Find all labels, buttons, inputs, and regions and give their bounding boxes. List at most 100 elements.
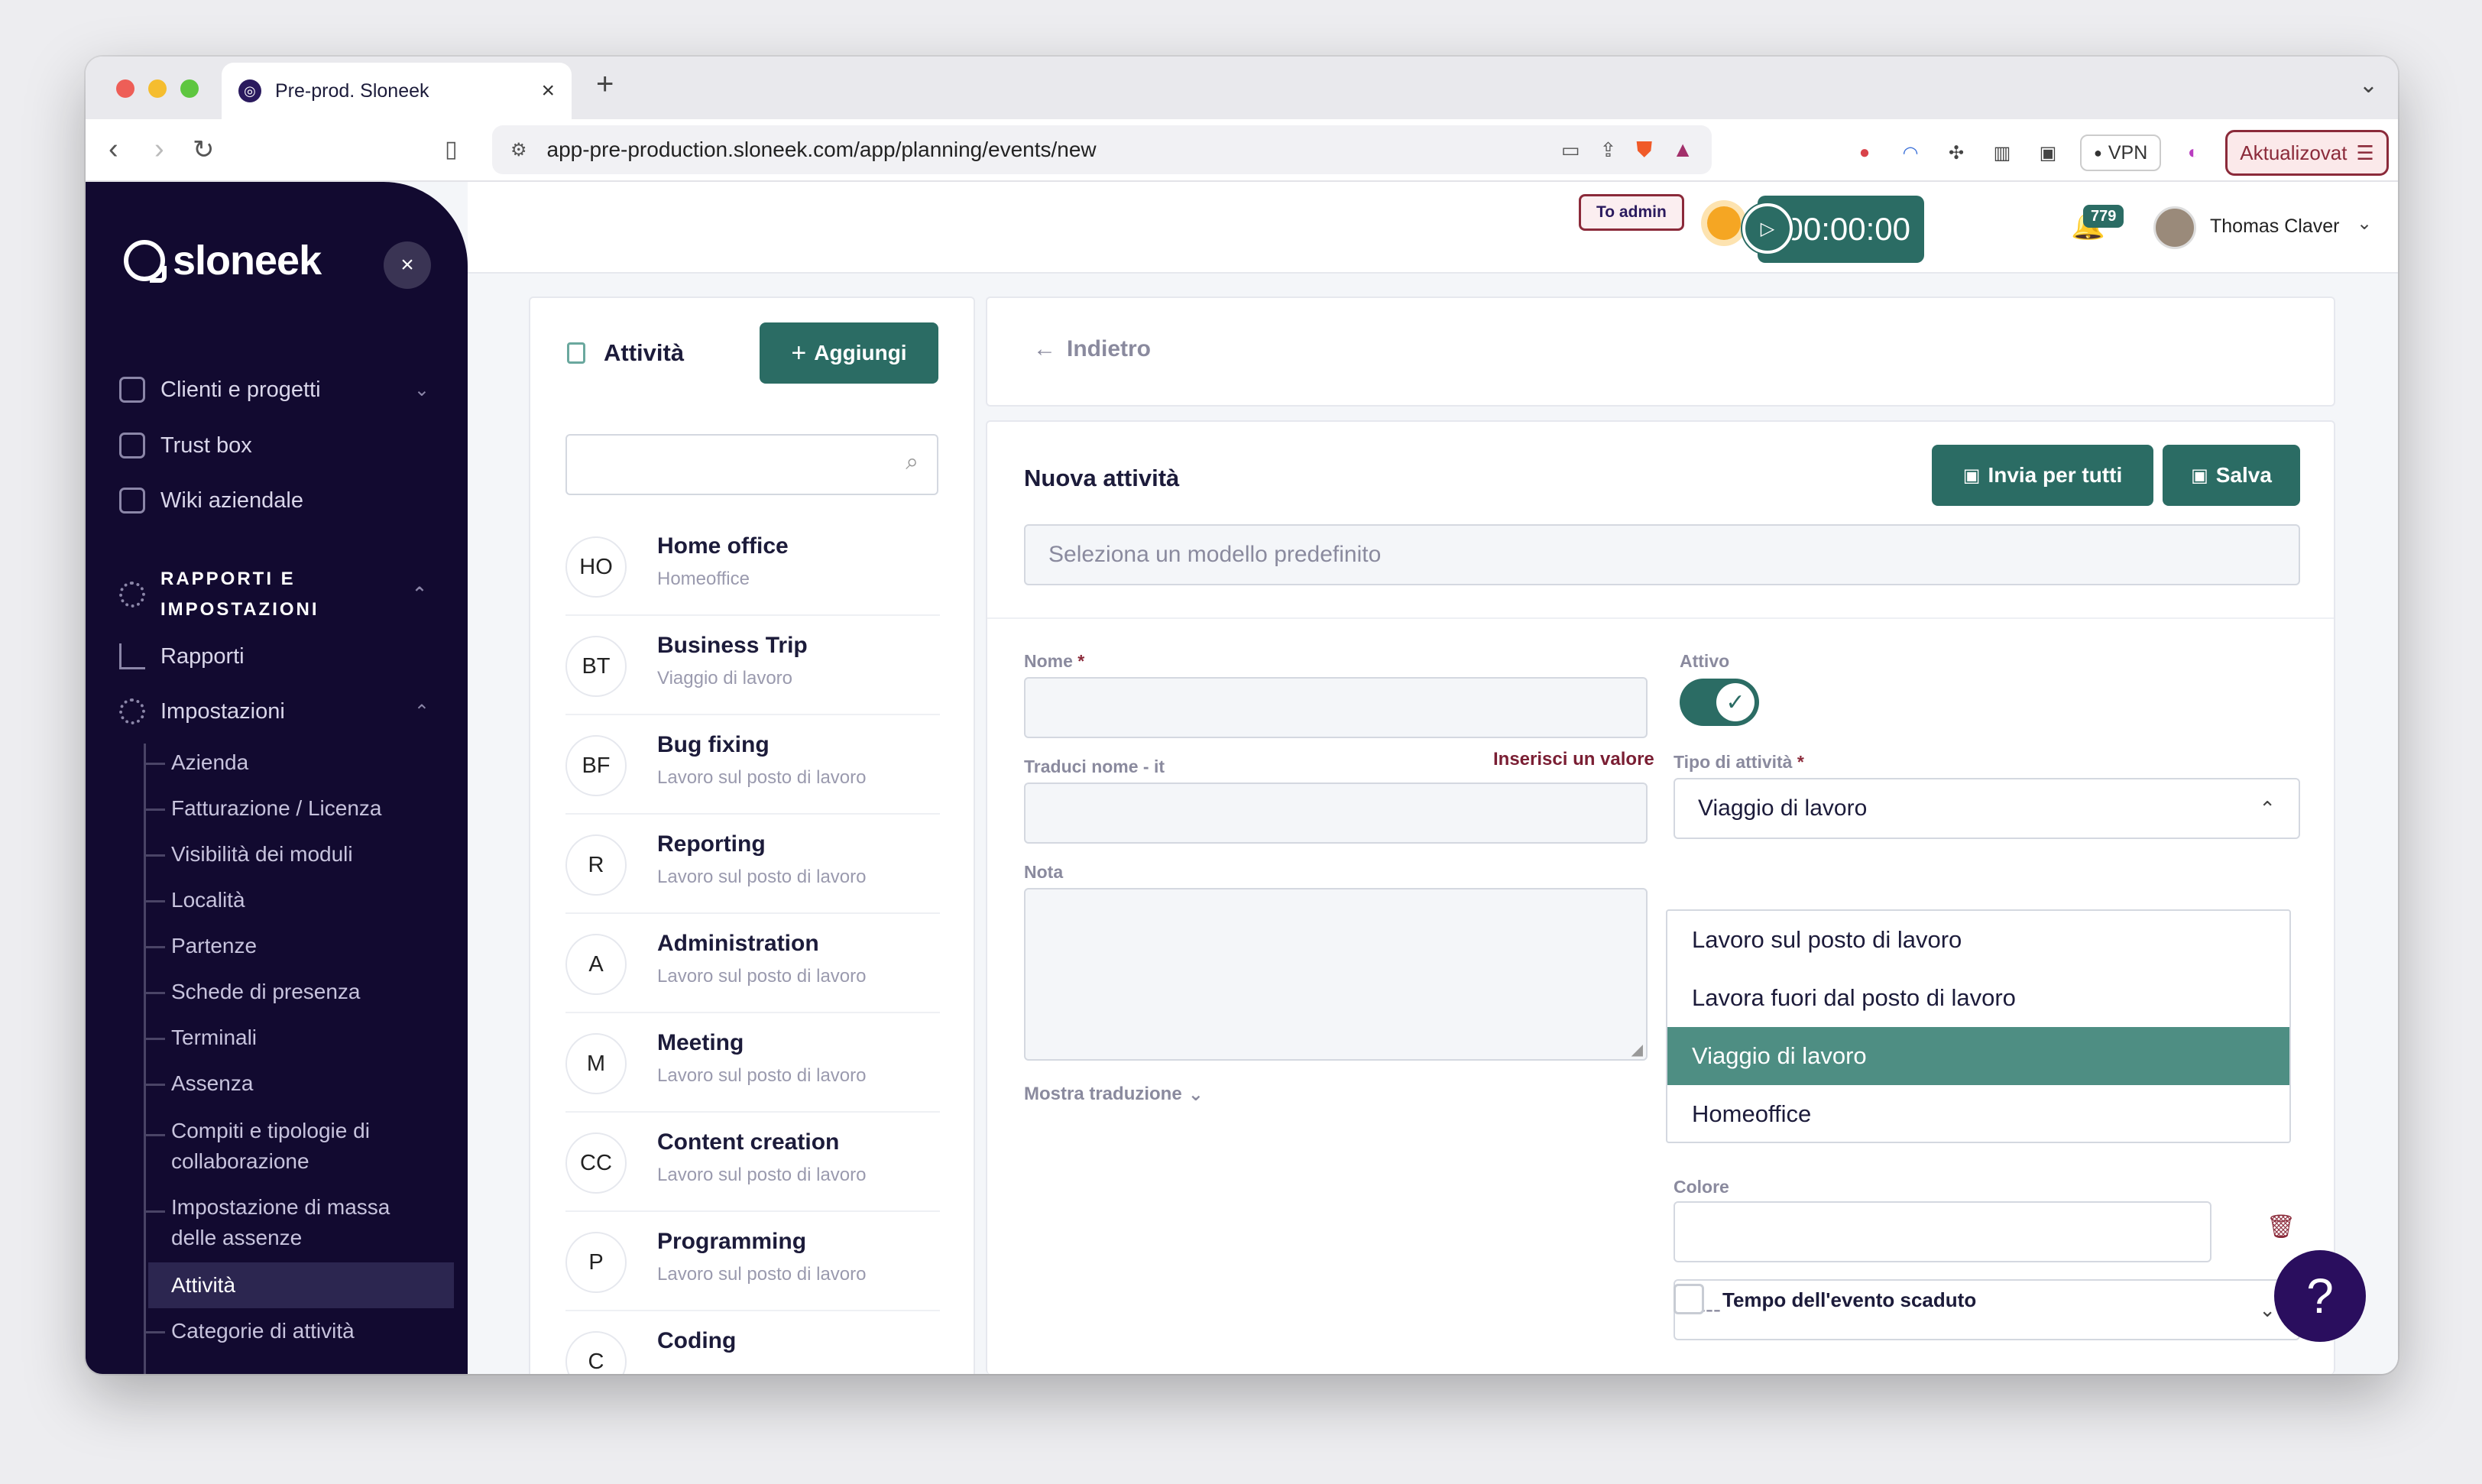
brave-shield-icon[interactable]: ⛊: [1636, 138, 1652, 163]
settings-item-activity-categories[interactable]: Categorie di attività: [171, 1316, 468, 1346]
settings-item-module-visibility[interactable]: Visibilità dei moduli: [171, 839, 468, 870]
sidebar-item-label: Trust box: [160, 433, 252, 458]
sidebar-item-wiki[interactable]: Wiki aziendale: [119, 488, 440, 514]
sidebar-item-label: Clienti e progetti: [160, 377, 321, 402]
back-label: Indietro: [1067, 336, 1151, 361]
chevron-up-icon: ⌃: [413, 701, 429, 722]
forward-arrow-icon[interactable]: ›: [154, 133, 164, 166]
list-item[interactable]: BT Business Trip Viaggio di lavoro: [565, 625, 940, 715]
new-tab-icon[interactable]: +: [596, 67, 614, 102]
close-sidebar-button[interactable]: ×: [384, 241, 431, 289]
app-area: sloneek × Clienti e progetti ⌄ Trust box…: [86, 182, 2398, 1374]
wallet-icon[interactable]: ▣: [2034, 139, 2062, 167]
sidebar-item-clients-projects[interactable]: Clienti e progetti ⌄: [119, 377, 440, 403]
translate-input[interactable]: [1024, 783, 1648, 844]
settings-item-attendance-sheets[interactable]: Schede di presenza: [171, 977, 468, 1007]
bookmark-icon[interactable]: ▯: [445, 136, 458, 163]
sidebar-item-reports[interactable]: Rapporti: [119, 643, 440, 669]
list-item[interactable]: R Reporting Lavoro sul posto di lavoro: [565, 824, 940, 914]
settings-item-locations[interactable]: Località: [171, 885, 468, 915]
tree-branch: [144, 900, 165, 902]
reload-icon[interactable]: ↻: [193, 134, 215, 165]
list-item[interactable]: M Meeting Lavoro sul posto di lavoro: [565, 1022, 940, 1113]
note-textarea[interactable]: ◢: [1024, 888, 1648, 1061]
cast-icon[interactable]: ▭: [1561, 138, 1580, 162]
url-text: app-pre-production.sloneek.com/app/plann…: [546, 138, 1097, 161]
type-option[interactable]: Lavora fuori dal posto di lavoro: [1667, 969, 2289, 1027]
settings-item-absence[interactable]: Assenza: [171, 1068, 468, 1099]
list-item[interactable]: C Coding: [565, 1320, 940, 1374]
extension-arc-icon[interactable]: ◠: [1897, 139, 1924, 167]
settings-item-terminals[interactable]: Terminali: [171, 1022, 468, 1053]
play-timer-button[interactable]: ▷: [1742, 203, 1793, 254]
search-input[interactable]: ⌕: [565, 434, 938, 495]
back-link[interactable]: ← Indietro: [1033, 336, 1151, 362]
template-select[interactable]: Seleziona un modello predefinito: [1024, 524, 2300, 585]
sun-weather-icon: [1707, 206, 1741, 240]
zoom-window-button[interactable]: [180, 79, 199, 98]
note-label: Nota: [1024, 862, 1064, 882]
settings-item-tasks-collaboration[interactable]: Compiti e tipologie di collaborazione: [171, 1116, 423, 1177]
sidebar-section-reports-settings[interactable]: RAPPORTI E IMPOSTAZIONI ⌃: [119, 564, 440, 625]
site-settings-icon[interactable]: ⚙: [510, 139, 527, 161]
vpn-button[interactable]: ● VPN: [2080, 134, 2162, 171]
close-tab-icon[interactable]: ×: [541, 78, 555, 104]
sidebar-item-settings[interactable]: Impostazioni ⌃: [119, 698, 440, 724]
settings-item-mass-absence[interactable]: Impostazione di massa delle assenze: [171, 1192, 431, 1253]
settings-item-billing[interactable]: Fatturazione / Licenza: [171, 793, 468, 824]
activity-type: Lavoro sul posto di lavoro: [657, 767, 867, 788]
list-item[interactable]: BF Bug fixing Lavoro sul posto di lavoro: [565, 724, 940, 815]
sloneek-logo[interactable]: sloneek: [124, 237, 322, 284]
activity-type: Viaggio di lavoro: [657, 668, 793, 689]
sidebar-item-trust-box[interactable]: Trust box: [119, 433, 440, 458]
new-activity-form: Nuova attività ▣ Invia per tutti ▣ Salva…: [986, 420, 2335, 1374]
active-toggle[interactable]: ✓: [1680, 679, 1759, 726]
url-field[interactable]: ⚙ app-pre-production.sloneek.com/app/pla…: [492, 125, 1712, 174]
expired-checkbox[interactable]: [1674, 1284, 1704, 1314]
resize-handle-icon[interactable]: ◢: [1631, 1040, 1643, 1059]
to-admin-button[interactable]: To admin: [1579, 194, 1684, 231]
leo-ai-icon[interactable]: ◐: [2179, 139, 2207, 167]
close-window-button[interactable]: [116, 79, 134, 98]
name-input[interactable]: [1024, 677, 1648, 738]
extension-red-icon[interactable]: ●: [1851, 139, 1878, 167]
settings-item-departures[interactable]: Partenze: [171, 931, 468, 961]
settings-item-activities[interactable]: Attività: [148, 1262, 454, 1308]
list-title: Attività: [604, 339, 685, 366]
show-translation-link[interactable]: Mostra traduzione ⌄: [1024, 1084, 1204, 1106]
help-button[interactable]: ?: [2274, 1250, 2366, 1342]
minimize-window-button[interactable]: [148, 79, 167, 98]
add-activity-button[interactable]: + Aggiungi: [760, 322, 938, 384]
list-item[interactable]: A Administration Lavoro sul posto di lav…: [565, 923, 940, 1013]
send-to-all-button[interactable]: ▣ Invia per tutti: [1932, 445, 2153, 506]
list-item[interactable]: P Programming Lavoro sul posto di lavoro: [565, 1221, 940, 1311]
browser-tab[interactable]: ◎ Pre-prod. Sloneek ×: [222, 63, 572, 119]
color-input[interactable]: [1674, 1201, 2211, 1262]
type-option[interactable]: Homeoffice: [1667, 1085, 2289, 1143]
back-arrow-icon[interactable]: ‹: [109, 133, 118, 166]
list-item[interactable]: CC Content creation Lavoro sul posto di …: [565, 1122, 940, 1212]
tree-branch: [144, 854, 165, 857]
activity-name: Reporting: [657, 831, 766, 857]
activity-initials: R: [565, 834, 627, 896]
type-option-selected[interactable]: Viaggio di lavoro: [1667, 1027, 2289, 1085]
plus-icon: +: [791, 338, 807, 368]
show-translation-label: Mostra traduzione: [1024, 1084, 1182, 1104]
tab-list-chevron-icon[interactable]: ⌄: [2359, 72, 2378, 99]
sidebar-toggle-icon[interactable]: ▥: [1988, 139, 2016, 167]
user-menu-chevron-icon[interactable]: ⌄: [2357, 212, 2372, 235]
settings-item-company[interactable]: Azienda: [171, 747, 468, 778]
brave-rewards-icon[interactable]: ▲: [1672, 138, 1693, 162]
tree-branch: [144, 992, 165, 994]
type-option[interactable]: Lavoro sul posto di lavoro: [1667, 911, 2289, 969]
trash-icon[interactable]: 🗑: [2267, 1213, 2296, 1240]
avatar[interactable]: [2153, 206, 2196, 249]
update-button[interactable]: Aktualizovat ☰: [2225, 130, 2389, 176]
vpn-status-icon: ●: [2094, 144, 2102, 160]
user-name[interactable]: Thomas Claver: [2210, 215, 2340, 238]
extensions-puzzle-icon[interactable]: ✣: [1943, 139, 1970, 167]
list-item[interactable]: HO Home office Homeoffice: [565, 526, 940, 616]
share-icon[interactable]: ⇪: [1599, 138, 1616, 162]
type-select[interactable]: Viaggio di lavoro ⌃: [1674, 778, 2300, 839]
save-button[interactable]: ▣ Salva: [2163, 445, 2300, 506]
